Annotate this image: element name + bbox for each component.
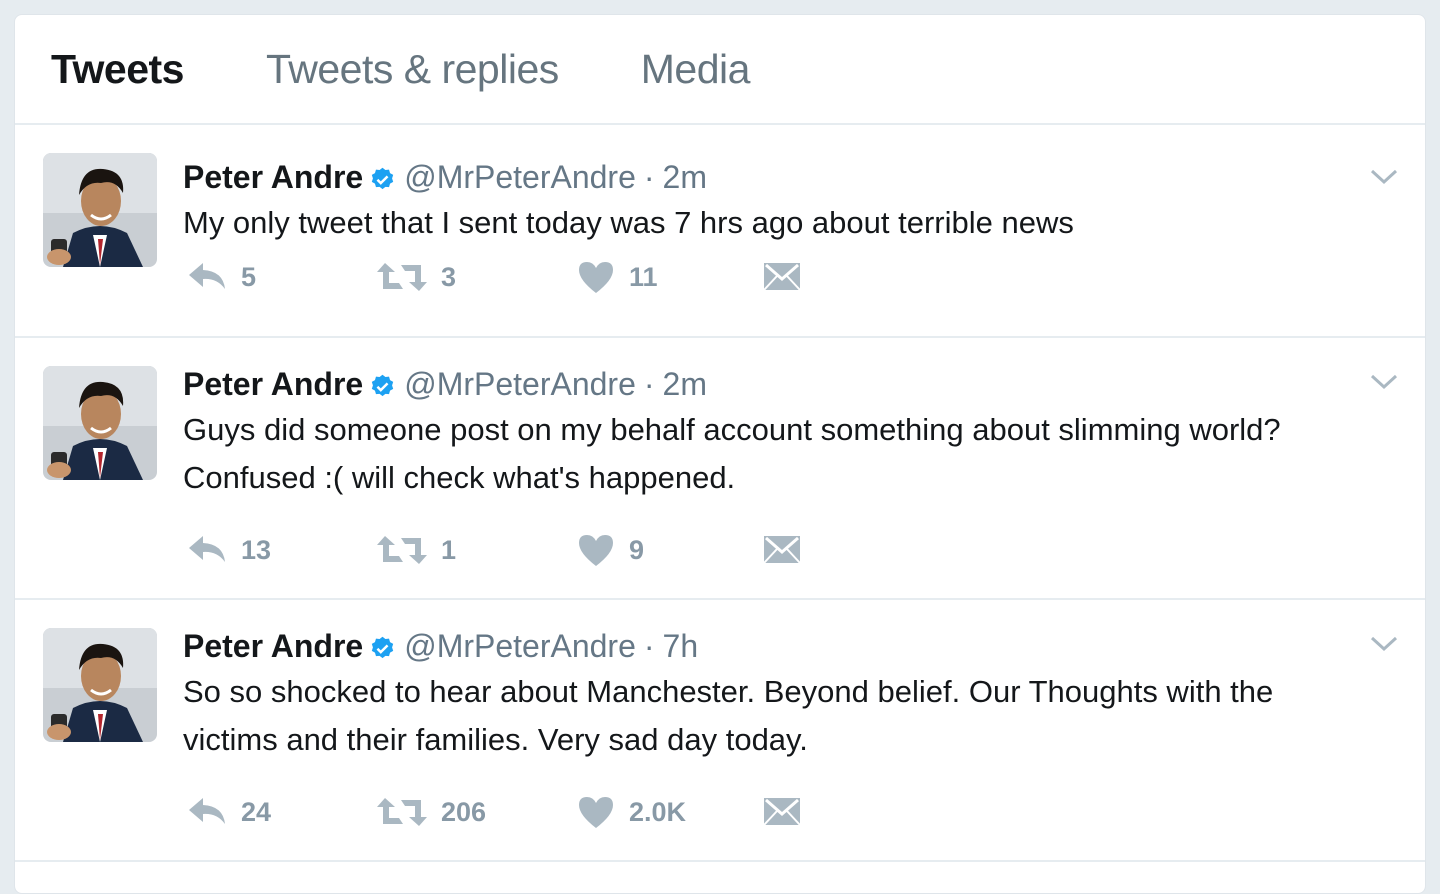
verified-badge-icon bbox=[369, 164, 396, 191]
tweet-header: Peter Andre @MrPeterAndre · 2m bbox=[183, 366, 1405, 402]
chevron-down-icon[interactable] bbox=[1369, 372, 1399, 392]
heart-icon bbox=[579, 262, 613, 293]
like-button[interactable]: 11 bbox=[577, 260, 763, 294]
tweet-text-line: victims and their families. Very sad day… bbox=[183, 722, 808, 757]
verified-badge-icon bbox=[369, 633, 396, 660]
reply-button[interactable]: 5 bbox=[187, 261, 377, 293]
verified-badge-icon bbox=[369, 371, 396, 398]
avatar[interactable] bbox=[43, 366, 157, 480]
profile-tabs: Tweets Tweets & replies Media bbox=[15, 15, 1425, 125]
separator: · bbox=[643, 159, 655, 195]
retweet-icon bbox=[377, 263, 427, 291]
tweet-actions: 24 206 2.0K bbox=[187, 792, 801, 832]
avatar[interactable] bbox=[43, 628, 157, 742]
like-button[interactable]: 9 bbox=[577, 533, 763, 567]
separator: · bbox=[643, 628, 655, 664]
author-name[interactable]: Peter Andre bbox=[183, 159, 363, 195]
tweet-timestamp[interactable]: 2m bbox=[663, 366, 707, 402]
tweet-text-line: My only tweet that I sent today was 7 hr… bbox=[183, 205, 1074, 240]
tweet-content: Peter Andre @MrPeterAndre · 7h So so sho… bbox=[183, 628, 1405, 764]
tweet-content: Peter Andre @MrPeterAndre · 2m My only t… bbox=[183, 159, 1405, 247]
author-handle[interactable]: @MrPeterAndre bbox=[404, 366, 636, 402]
retweet-icon bbox=[377, 536, 427, 564]
reply-icon bbox=[189, 536, 225, 562]
tweet-text-line: Guys did someone post on my behalf accou… bbox=[183, 412, 1281, 447]
tweet-timestamp[interactable]: 2m bbox=[663, 159, 707, 195]
reply-button[interactable]: 24 bbox=[187, 796, 377, 828]
retweet-count: 1 bbox=[441, 534, 457, 565]
heart-icon bbox=[579, 797, 613, 828]
retweet-button[interactable]: 206 bbox=[377, 796, 577, 828]
tweet[interactable]: Peter Andre @MrPeterAndre · 2m My only t… bbox=[15, 125, 1425, 338]
chevron-down-icon[interactable] bbox=[1369, 634, 1399, 654]
tweet-actions: 5 3 11 bbox=[187, 257, 801, 297]
tweet-header: Peter Andre @MrPeterAndre · 2m bbox=[183, 159, 1405, 195]
direct-message-button[interactable] bbox=[763, 260, 801, 294]
tab-media[interactable]: Media bbox=[641, 46, 751, 93]
tweet-text-line: Confused :( will check what's happened. bbox=[183, 460, 736, 495]
author-handle[interactable]: @MrPeterAndre bbox=[404, 159, 636, 195]
like-count: 9 bbox=[629, 534, 645, 565]
reply-icon bbox=[189, 263, 225, 289]
tweet[interactable]: Peter Andre @MrPeterAndre · 2m Guys did … bbox=[15, 338, 1425, 600]
tab-tweets-and-replies[interactable]: Tweets & replies bbox=[266, 46, 559, 93]
like-count: 2.0K bbox=[629, 796, 687, 827]
tweet-header: Peter Andre @MrPeterAndre · 7h bbox=[183, 628, 1405, 664]
reply-button[interactable]: 13 bbox=[187, 534, 377, 566]
tweet-timestamp[interactable]: 7h bbox=[663, 628, 699, 664]
tweet-actions: 13 1 9 bbox=[187, 530, 801, 570]
avatar[interactable] bbox=[43, 153, 157, 267]
envelope-icon bbox=[763, 263, 801, 291]
reply-count: 13 bbox=[241, 534, 272, 565]
tweet-text: So so shocked to hear about Manchester. … bbox=[183, 668, 1405, 764]
tweet-text: My only tweet that I sent today was 7 hr… bbox=[183, 199, 1405, 247]
heart-icon bbox=[579, 535, 613, 566]
reply-count: 5 bbox=[241, 261, 257, 292]
direct-message-button[interactable] bbox=[763, 795, 801, 829]
retweet-button[interactable]: 3 bbox=[377, 261, 577, 293]
author-name[interactable]: Peter Andre bbox=[183, 628, 363, 664]
tweet-content: Peter Andre @MrPeterAndre · 2m Guys did … bbox=[183, 366, 1405, 502]
envelope-icon bbox=[763, 798, 801, 826]
tweet-text-line: So so shocked to hear about Manchester. … bbox=[183, 674, 1274, 709]
author-name[interactable]: Peter Andre bbox=[183, 366, 363, 402]
chevron-down-icon[interactable] bbox=[1369, 167, 1399, 187]
reply-icon bbox=[189, 798, 225, 824]
retweet-icon bbox=[377, 798, 427, 826]
retweet-count: 3 bbox=[441, 261, 457, 292]
tab-tweets[interactable]: Tweets bbox=[51, 46, 184, 93]
author-handle[interactable]: @MrPeterAndre bbox=[404, 628, 636, 664]
tweet[interactable]: Peter Andre @MrPeterAndre · 7h So so sho… bbox=[15, 600, 1425, 862]
like-count: 11 bbox=[629, 261, 658, 292]
separator: · bbox=[643, 366, 655, 402]
tweet-text: Guys did someone post on my behalf accou… bbox=[183, 406, 1405, 502]
direct-message-button[interactable] bbox=[763, 533, 801, 567]
retweet-count: 206 bbox=[441, 796, 487, 827]
retweet-button[interactable]: 1 bbox=[377, 534, 577, 566]
timeline-card: Tweets Tweets & replies Media Peter Andr… bbox=[14, 14, 1426, 894]
envelope-icon bbox=[763, 536, 801, 564]
like-button[interactable]: 2.0K bbox=[577, 795, 763, 829]
reply-count: 24 bbox=[241, 796, 272, 827]
